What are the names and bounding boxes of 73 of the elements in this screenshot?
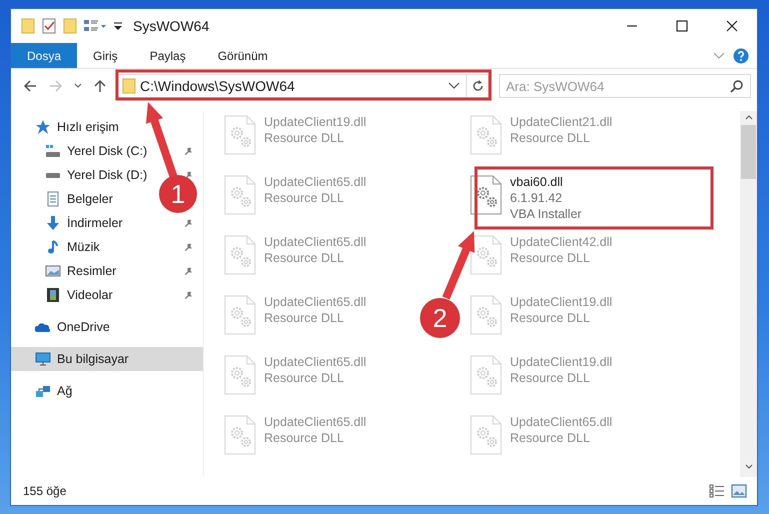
file-detail: Resource DLL	[510, 370, 591, 386]
file-detail: Resource DLL	[264, 370, 345, 386]
ribbon-tab[interactable]: Dosya	[11, 43, 78, 68]
scrollbar[interactable]	[740, 111, 757, 477]
picture-icon	[45, 265, 61, 277]
expand-ribbon-icon[interactable]	[713, 52, 725, 60]
search-field[interactable]: Ara: SysWOW64	[499, 74, 751, 98]
ribbon-tab[interactable]: Giriş	[77, 43, 134, 68]
file-detail: Resource DLL	[510, 310, 591, 326]
sidebar-item[interactable]: OneDrive	[11, 315, 116, 339]
forward-arrow-icon	[49, 79, 63, 93]
dropdown-icon[interactable]	[446, 81, 462, 91]
scroll-thumb[interactable]	[741, 125, 756, 179]
window-title: SysWOW64	[133, 16, 210, 36]
sidebar-item[interactable]: Yerel Disk (C:)	[11, 139, 154, 163]
file-name[interactable]: vbai60.dll	[510, 175, 582, 190]
music-note-icon	[45, 239, 61, 255]
sidebar-item[interactable]: Müzik	[11, 235, 106, 259]
help-icon[interactable]	[733, 48, 749, 64]
drive-icon	[45, 172, 61, 178]
properties-icon[interactable]	[41, 18, 57, 34]
step-number: 2	[432, 303, 448, 333]
pin-icon[interactable]	[184, 242, 193, 252]
pointer-arrow	[442, 231, 475, 300]
step-badge	[420, 298, 460, 338]
file-detail: Resource DLL	[264, 130, 345, 146]
file-detail: VBA Installer	[510, 206, 582, 222]
file-detail: Resource DLL	[510, 430, 591, 446]
download-icon	[45, 215, 61, 231]
star-icon	[35, 119, 51, 135]
ribbon-tab[interactable]: Görünüm	[202, 43, 284, 68]
film-icon	[45, 287, 61, 303]
document-icon	[45, 191, 61, 207]
customize-arrow-icon[interactable]	[113, 20, 123, 32]
pin-icon[interactable]	[184, 290, 193, 300]
step-number: 1	[170, 179, 186, 209]
pin-icon[interactable]	[184, 266, 193, 276]
view-menu-icon[interactable]	[83, 18, 107, 34]
file-detail: Resource DLL	[264, 190, 345, 206]
sidebar-item[interactable]: Videolar	[11, 283, 119, 307]
details-view-icon[interactable]	[709, 484, 725, 498]
sidebar-item[interactable]: Belgeler	[11, 187, 119, 211]
item-count: 155 öğe	[23, 483, 66, 500]
folder-icon	[122, 78, 136, 94]
sidebar-item[interactable]: İndirmeler	[11, 211, 129, 235]
large-icons-view-icon[interactable]	[731, 484, 747, 498]
sidebar-item[interactable]: Ağ	[11, 379, 78, 403]
sidebar-item[interactable]: Yerel Disk (D:)	[11, 163, 154, 187]
file-detail: Resource DLL	[510, 130, 591, 146]
back-arrow-icon	[23, 79, 37, 93]
file-detail: Resource DLL	[510, 250, 591, 266]
pin-icon[interactable]	[184, 218, 193, 228]
close-icon	[726, 20, 738, 32]
up-arrow-icon	[93, 79, 107, 93]
file-detail: Resource DLL	[264, 310, 345, 326]
refresh-icon	[470, 79, 484, 93]
sidebar-item[interactable]: Bu bilgisayar	[11, 347, 203, 371]
file-detail: 6.1.91.42	[510, 190, 564, 206]
caret-icon	[74, 83, 82, 89]
pin-icon[interactable]	[184, 146, 193, 156]
drive-icon	[45, 144, 61, 158]
sidebar-item[interactable]: Resimler	[11, 259, 122, 283]
file-detail: Resource DLL	[264, 430, 345, 446]
network-icon	[35, 384, 51, 398]
computer-icon	[35, 351, 51, 367]
cloud-icon	[35, 322, 51, 332]
file-detail: Resource DLL	[264, 250, 345, 266]
search-icon[interactable]	[730, 79, 744, 93]
sidebar-item[interactable]: Hızlı erişim	[11, 115, 125, 139]
step-badge	[159, 175, 197, 213]
address-bar[interactable]: C:\Windows\SysWOW64	[117, 74, 489, 98]
ribbon-tab[interactable]: Paylaş	[134, 43, 202, 68]
maximize-icon	[676, 20, 688, 32]
